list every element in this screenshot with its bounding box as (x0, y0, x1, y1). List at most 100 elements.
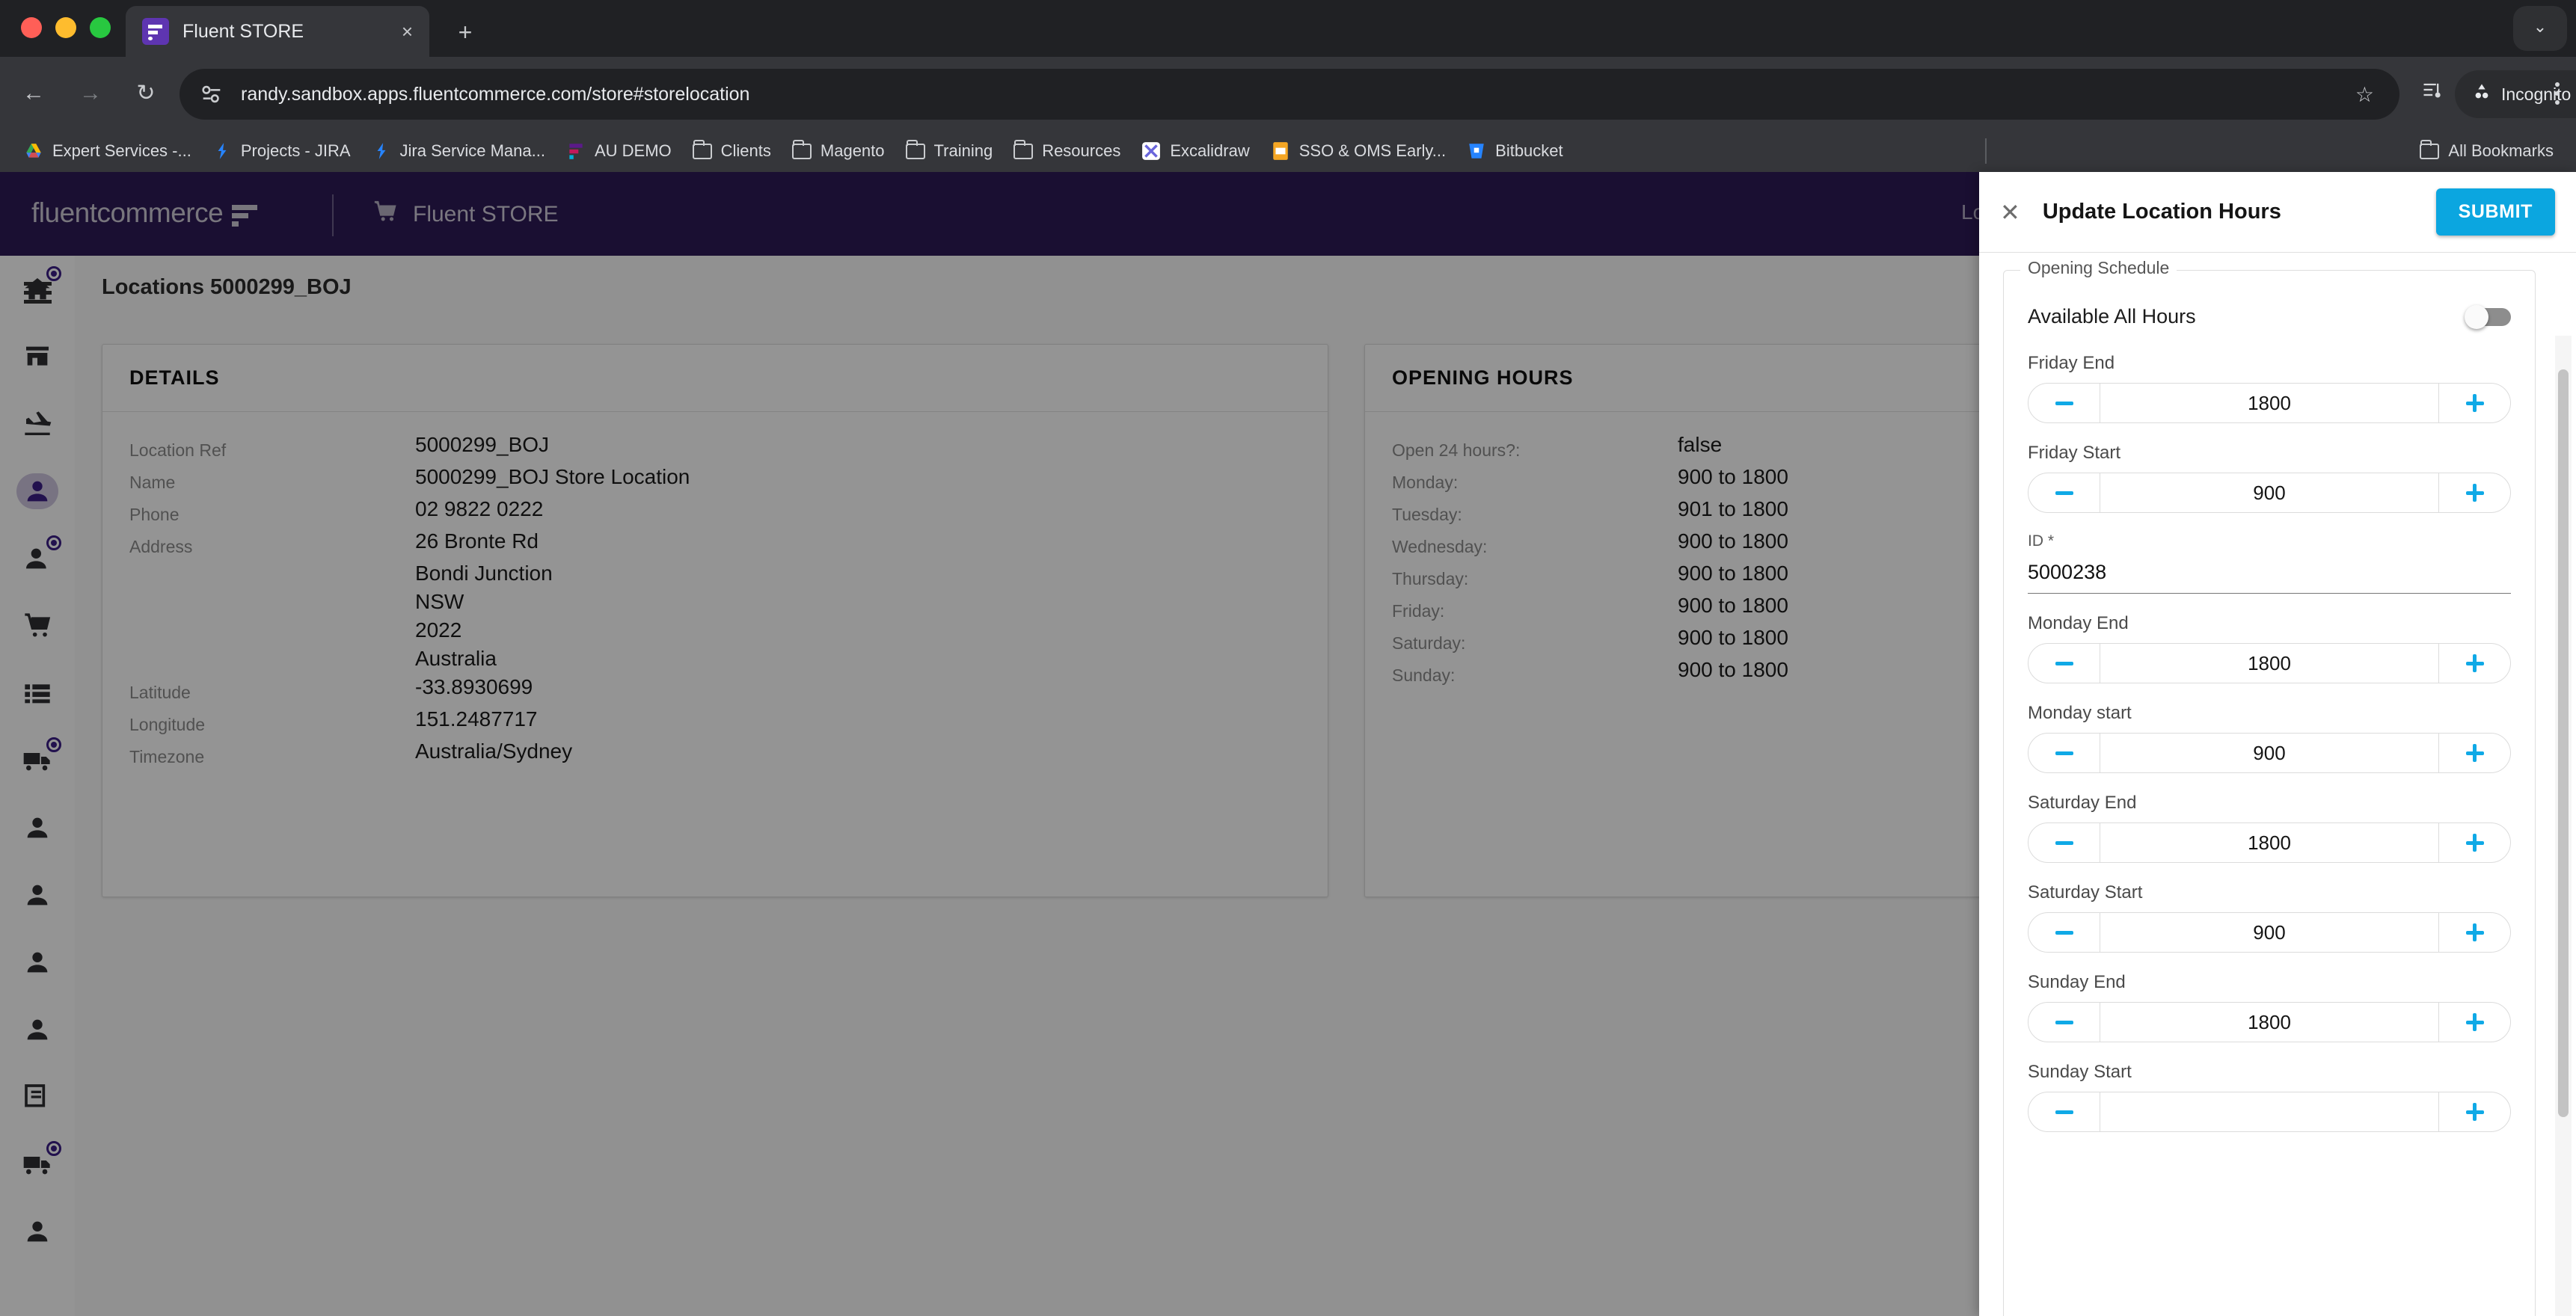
saturday-start-value[interactable]: 900 (2100, 913, 2439, 952)
minus-icon[interactable] (2028, 1092, 2100, 1131)
friday-start-stepper[interactable]: 900 (2028, 473, 2511, 513)
drawer-scrollbar-thumb[interactable] (2558, 369, 2569, 1117)
monday-start-stepper[interactable]: 900 (2028, 733, 2511, 773)
sidebar-item-person-3[interactable] (0, 861, 75, 929)
minus-icon[interactable] (2028, 384, 2100, 422)
friday-end-value[interactable]: 1800 (2100, 384, 2439, 422)
window-close-button[interactable] (21, 17, 42, 38)
bookmark-label: Excalidraw (1170, 141, 1249, 161)
browser-menu-button[interactable] (2546, 75, 2569, 112)
minus-icon[interactable] (2028, 473, 2100, 512)
bookmark-item[interactable]: Resources (1003, 134, 1131, 168)
detail-key: Longitude (129, 707, 415, 735)
sidebar-item-flight-landing[interactable] (0, 390, 75, 458)
bookmark-item[interactable]: SSO & OMS Early... (1260, 134, 1456, 168)
hours-key: Sunday: (1392, 658, 1678, 686)
details-title: DETAILS (129, 366, 220, 390)
bookmark-item[interactable]: AU DEMO (556, 134, 682, 168)
bookmarks-divider (1985, 138, 1987, 164)
bookmark-label: Projects - JIRA (241, 141, 351, 161)
reload-button[interactable]: ↻ (129, 76, 163, 111)
sunday-start-field: Sunday Start (2028, 1062, 2511, 1132)
left-sidebar (0, 256, 75, 1316)
browser-tab[interactable]: Fluent STORE × (126, 6, 429, 57)
store-icon (22, 342, 52, 372)
available-all-hours-toggle[interactable] (2465, 305, 2511, 328)
bookmark-item[interactable]: Jira Service Mana... (361, 134, 556, 168)
plus-icon[interactable] (2439, 1003, 2510, 1042)
plus-icon[interactable] (2439, 473, 2510, 512)
sunday-start-value[interactable] (2100, 1092, 2439, 1131)
window-minimize-button[interactable] (55, 17, 76, 38)
sidebar-item-store[interactable] (0, 323, 75, 390)
chevron-down-icon[interactable]: ⌄ (2513, 6, 2567, 51)
hours-value: 901 to 1800 (1678, 497, 1788, 525)
sidebar-item-person-5[interactable] (0, 996, 75, 1063)
bookmark-item[interactable]: Training (895, 134, 1004, 168)
sidebar-item-person-2[interactable] (0, 794, 75, 861)
plus-icon[interactable] (2439, 644, 2510, 683)
sidebar-item-cart[interactable] (0, 592, 75, 659)
plus-icon[interactable] (2439, 823, 2510, 862)
sidebar-item-person-4[interactable] (0, 929, 75, 996)
bookmark-item[interactable]: Bitbucket (1456, 134, 1574, 168)
minus-icon[interactable] (2028, 734, 2100, 772)
sidebar-item-person-active[interactable] (0, 458, 75, 525)
fluentcommerce-logo[interactable]: fluentcommerce (31, 197, 257, 229)
sidebar-item-truck[interactable] (0, 727, 75, 794)
plus-icon[interactable] (2439, 913, 2510, 952)
bookmark-item[interactable]: Magento (782, 134, 895, 168)
sidebar-item-person-add[interactable] (0, 525, 75, 592)
sidebar-item-truck-2[interactable] (0, 1131, 75, 1198)
sidebar-item-home[interactable] (0, 256, 75, 323)
sunday-start-stepper[interactable] (2028, 1092, 2511, 1132)
all-bookmarks-button[interactable]: All Bookmarks (2409, 134, 2564, 168)
friday-start-value[interactable]: 900 (2100, 473, 2439, 512)
saturday-end-value[interactable]: 1800 (2100, 823, 2439, 862)
monday-end-stepper[interactable]: 1800 (2028, 643, 2511, 683)
bookmark-item[interactable]: Expert Services -... (13, 134, 202, 168)
sunday-end-value[interactable]: 1800 (2100, 1003, 2439, 1042)
bookmark-star-icon[interactable]: ☆ (2355, 82, 2380, 107)
friday-start-field: Friday Start 900 (2028, 443, 2511, 513)
close-icon[interactable]: × (402, 20, 413, 43)
address-bar[interactable]: randy.sandbox.apps.fluentcommerce.com/st… (180, 69, 2399, 120)
friday-end-stepper[interactable]: 1800 (2028, 383, 2511, 423)
plus-icon[interactable] (2439, 1092, 2510, 1131)
monday-end-value[interactable]: 1800 (2100, 644, 2439, 683)
minus-icon[interactable] (2028, 644, 2100, 683)
saturday-end-stepper[interactable]: 1800 (2028, 822, 2511, 863)
plus-icon[interactable] (2439, 384, 2510, 422)
minus-icon[interactable] (2028, 1003, 2100, 1042)
sidebar-item-person-6[interactable] (0, 1198, 75, 1265)
split-screen-icon[interactable] (2414, 76, 2449, 111)
notification-badge-icon (46, 535, 61, 550)
bookmark-item[interactable]: Clients (682, 134, 782, 168)
minus-icon[interactable] (2028, 823, 2100, 862)
window-maximize-button[interactable] (90, 17, 111, 38)
back-button[interactable]: ← (16, 76, 51, 111)
monday-start-value[interactable]: 900 (2100, 734, 2439, 772)
hours-key: Monday: (1392, 465, 1678, 493)
app-name[interactable]: Fluent STORE (372, 199, 559, 230)
fluent-favicon-icon (142, 18, 169, 45)
forward-button[interactable]: → (73, 76, 108, 111)
friday-start-label: Friday Start (2028, 443, 2511, 464)
sunday-end-stepper[interactable]: 1800 (2028, 1002, 2511, 1042)
plus-icon[interactable] (2439, 734, 2510, 772)
minus-icon[interactable] (2028, 913, 2100, 952)
monday-start-field: Monday start 900 (2028, 703, 2511, 773)
id-input[interactable] (2028, 558, 2511, 594)
bookmark-item[interactable]: Projects - JIRA (202, 134, 361, 168)
submit-button[interactable]: SUBMIT (2436, 188, 2555, 236)
incognito-icon (2471, 82, 2492, 107)
new-tab-button[interactable]: + (449, 16, 482, 49)
close-icon[interactable]: ✕ (2000, 200, 2020, 224)
site-settings-icon[interactable] (199, 82, 224, 107)
sidebar-item-documents[interactable] (0, 1063, 75, 1131)
hours-key: Thursday: (1392, 562, 1678, 589)
drawer-body[interactable]: Opening Schedule Available All Hours Fri… (1979, 253, 2576, 1316)
bookmark-item[interactable]: Excalidraw (1131, 134, 1260, 168)
saturday-start-stepper[interactable]: 900 (2028, 912, 2511, 953)
sidebar-item-list[interactable] (0, 659, 75, 727)
